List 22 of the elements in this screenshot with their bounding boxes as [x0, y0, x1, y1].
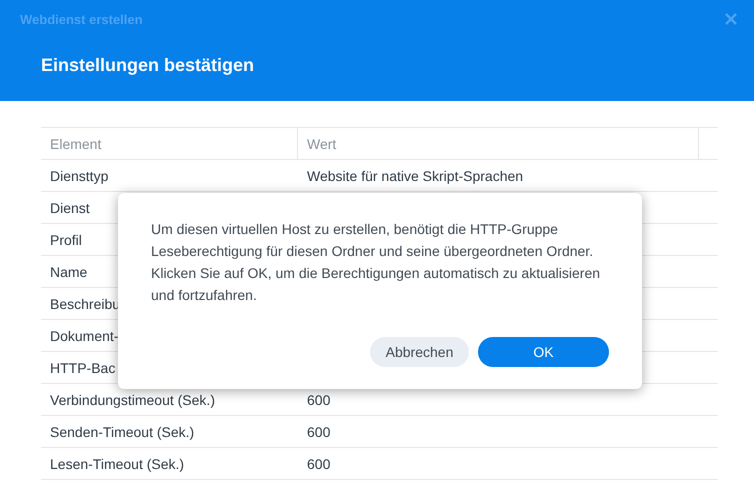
confirm-button[interactable]: OK — [478, 337, 609, 367]
table-cell: Beschreibu — [50, 296, 120, 312]
table-cell: Profil — [50, 232, 82, 248]
table-cell: Dienst — [50, 200, 90, 216]
table-cell: 600 — [307, 456, 330, 472]
table-cell: Lesen-Timeout (Sek.) — [50, 456, 184, 472]
table-cell: 600 — [307, 392, 330, 408]
column-header: Wert — [298, 128, 699, 160]
dialog-message: Um diesen virtuellen Host zu erstellen, benötigt die HTTP-Gruppe Leseberechtigung für diesen Ordner und seine übergeordneten Ordner. Klicken Sie auf OK, um die Berechtigungen automatisch zu aktualisieren und fortzufahren. — [151, 220, 602, 305]
table-cell: Verbindungstimeout (Sek.) — [50, 392, 215, 408]
table-cell: Website für native Skript-Sprachen — [307, 168, 524, 184]
table-cell: Senden-Timeout (Sek.) — [50, 424, 194, 440]
table-cell: 600 — [307, 424, 330, 440]
cancel-button[interactable]: Abbrechen — [370, 337, 469, 367]
page-title: Einstellungen bestätigen — [40, 54, 256, 76]
table-cell: HTTP-Bac — [50, 360, 116, 376]
window-title: Webdienst erstellen — [20, 12, 143, 26]
table-cell: Name — [50, 264, 88, 280]
column-header: Element — [41, 128, 298, 160]
table-cell: Dokument- — [50, 328, 118, 344]
close-icon[interactable] — [724, 12, 738, 26]
table-cell: Diensttyp — [50, 168, 108, 184]
